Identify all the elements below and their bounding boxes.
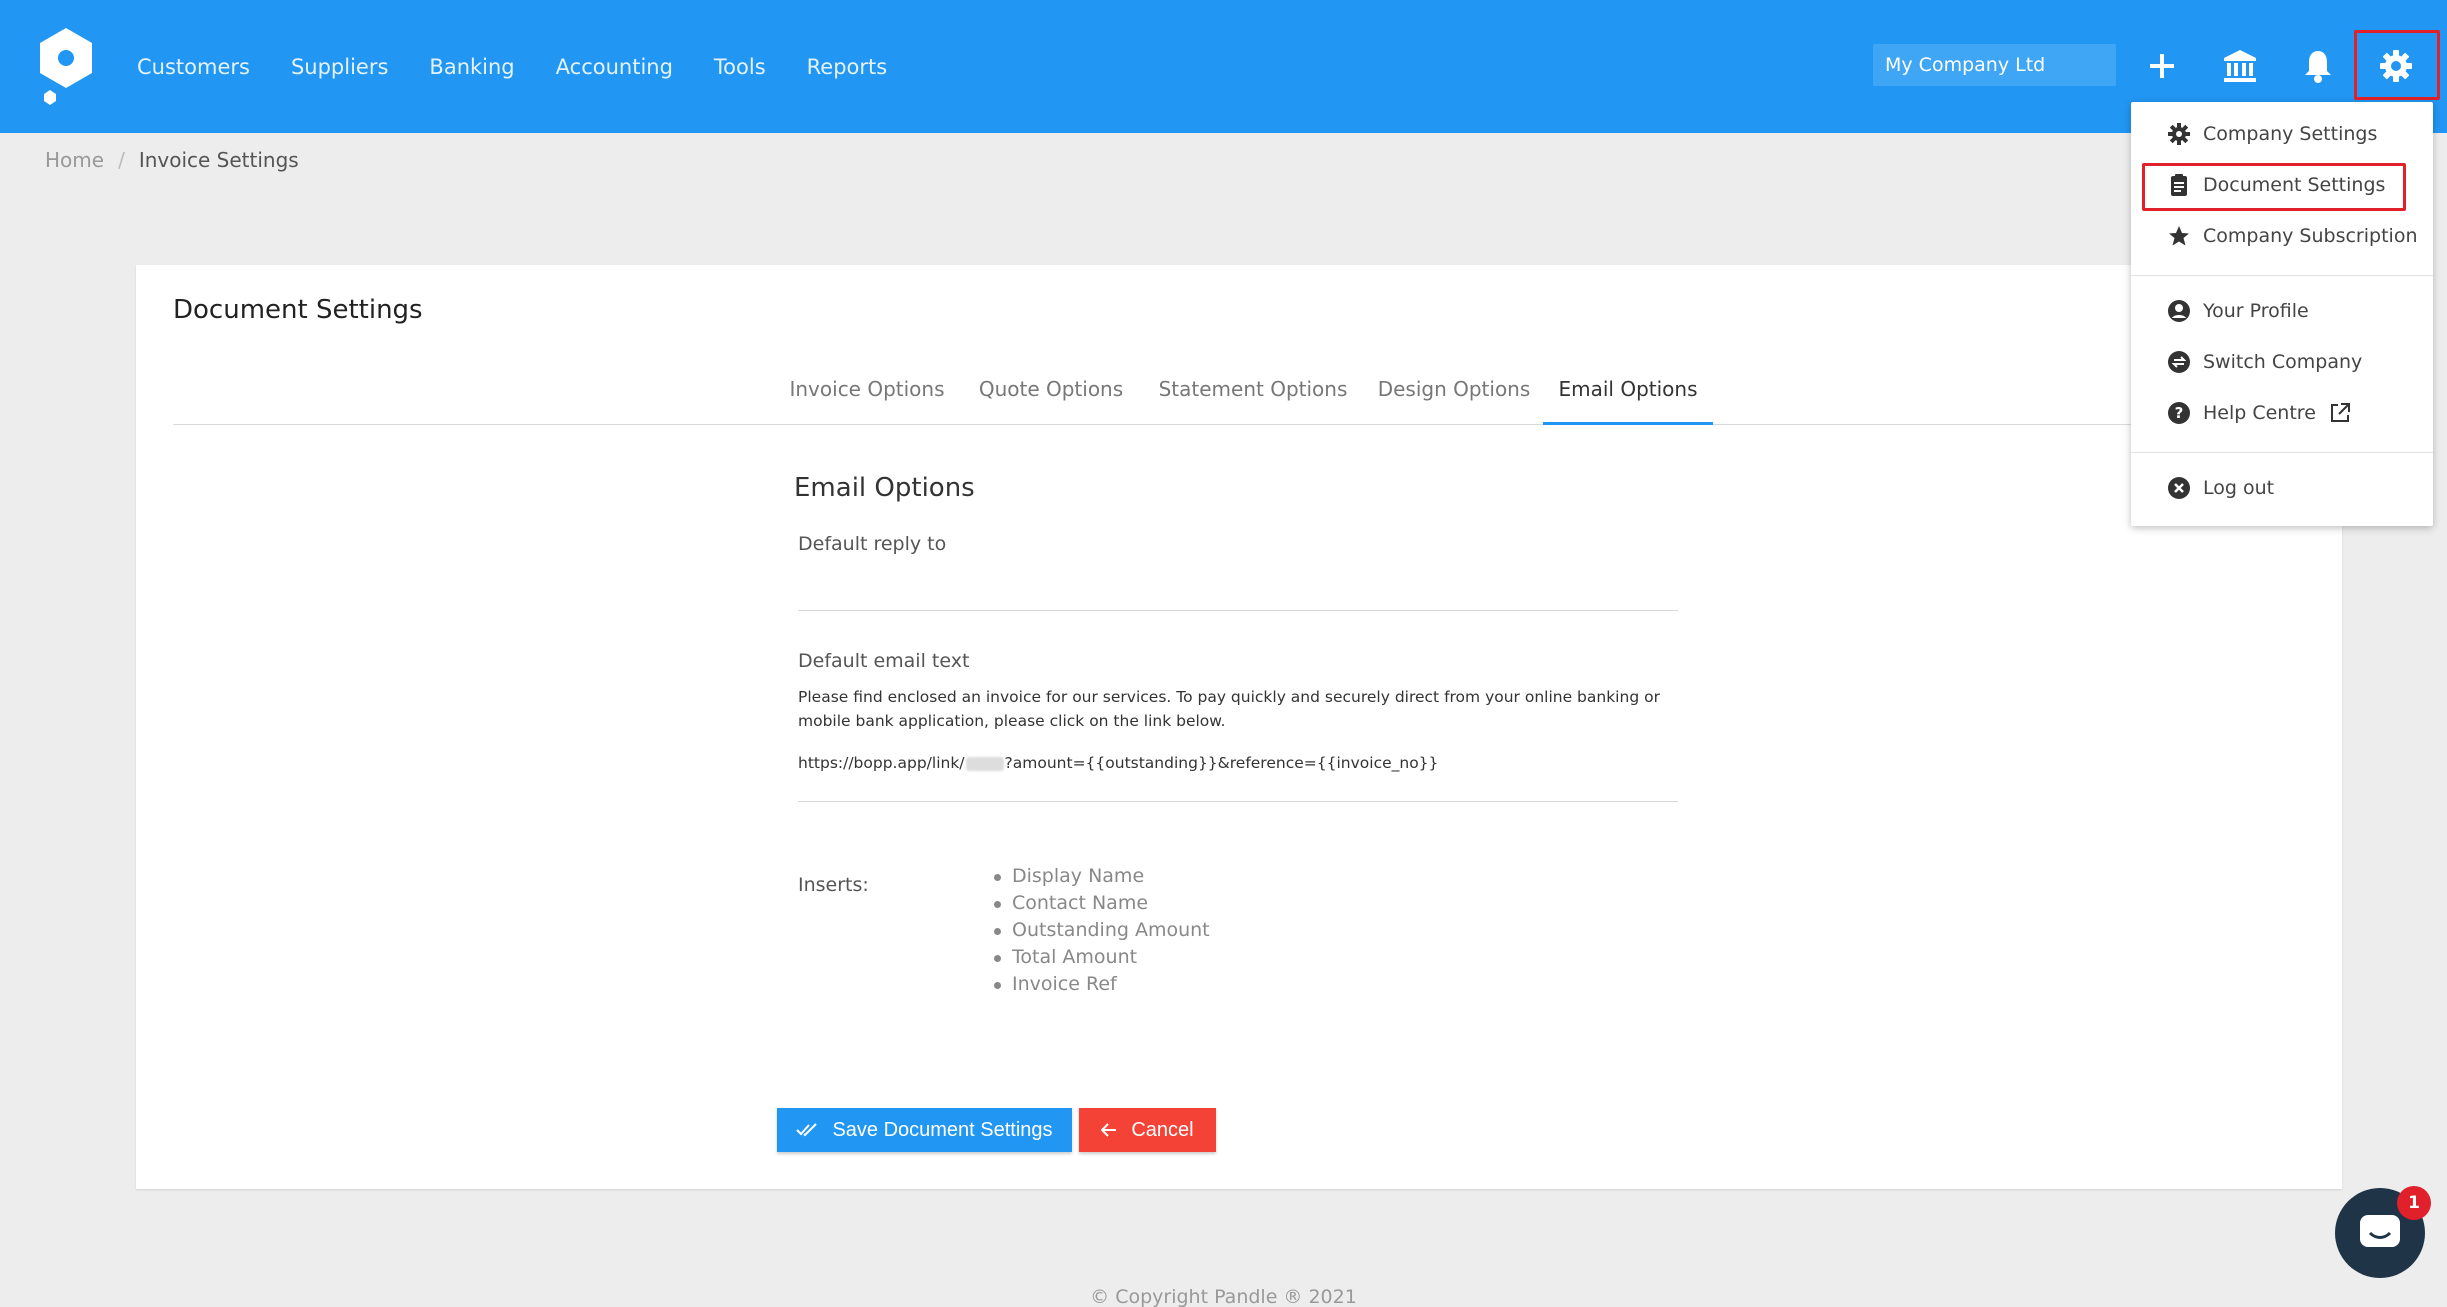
email-text-underline [798,801,1678,802]
settings-dropdown: Company Settings Document Settings Compa… [2131,102,2433,526]
star-icon [2169,226,2189,246]
close-circle-icon [2168,477,2190,499]
menu-label: Log out [2203,477,2275,499]
chat-badge: 1 [2397,1186,2431,1220]
nav-tools[interactable]: Tools [714,55,766,79]
external-link-icon [2330,403,2350,422]
gear-highlight-box [2354,30,2440,100]
menu-label: Company Subscription [2203,225,2418,247]
menu-label: Company Settings [2203,123,2378,145]
cancel-button-label: Cancel [1131,1118,1194,1141]
help-icon: ? [2168,402,2190,424]
nav-customers[interactable]: Customers [137,55,250,79]
settings-tabs: Invoice Options Quote Options Statement … [173,369,2333,425]
save-button-label: Save Document Settings [832,1118,1053,1141]
document-settings-card: Document Settings Invoice Options Quote … [136,265,2342,1189]
breadcrumb-separator: / [118,148,125,172]
account-circle-icon [2168,300,2190,322]
logo-icon[interactable] [38,28,94,106]
list-item[interactable]: Display Name [991,863,1210,890]
list-item[interactable]: Total Amount [991,944,1210,971]
menu-divider [2131,275,2433,276]
nav-banking[interactable]: Banking [429,55,514,79]
menu-log-out[interactable]: Log out [2167,476,2274,500]
chat-icon [2360,1215,2400,1247]
nav-reports[interactable]: Reports [807,55,888,79]
company-selector[interactable]: My Company Ltd [1873,44,2116,86]
footer-copyright: © Copyright Pandle ® 2021 [1090,1286,1357,1307]
breadcrumb-home[interactable]: Home [45,148,104,172]
section-title: Email Options [794,473,975,503]
reply-to-input[interactable] [798,565,1678,595]
tab-quote-options[interactable]: Quote Options [974,369,1128,425]
tab-design-options[interactable]: Design Options [1374,369,1534,425]
main-nav: Customers Suppliers Banking Accounting T… [137,0,928,133]
save-button[interactable]: Save Document Settings [777,1108,1072,1152]
nav-suppliers[interactable]: Suppliers [291,55,388,79]
plus-icon[interactable] [2140,44,2184,88]
menu-document-settings[interactable]: Document Settings [2167,173,2385,197]
reply-to-label: Default reply to [798,533,947,555]
list-item[interactable]: Contact Name [991,890,1210,917]
page-title: Document Settings [173,295,423,325]
svg-text:?: ? [2175,404,2184,422]
menu-label: Switch Company [2203,351,2363,373]
reply-to-underline [798,610,1678,611]
email-link-suffix: ?amount={{outstanding}}&reference={{invo… [1004,754,1439,772]
arrow-left-icon [1101,1123,1117,1137]
inserts-label: Inserts: [798,874,869,896]
bank-icon[interactable] [2218,44,2262,88]
cancel-button[interactable]: Cancel [1079,1108,1216,1152]
tab-invoice-options[interactable]: Invoice Options [785,369,949,425]
list-item[interactable]: Invoice Ref [991,971,1210,998]
redacted-id [965,756,1004,771]
menu-company-subscription[interactable]: Company Subscription [2167,224,2417,248]
email-link-prefix: https://bopp.app/link/ [798,754,965,772]
breadcrumb: Home / Invoice Settings [45,148,299,172]
nav-accounting[interactable]: Accounting [556,55,673,79]
email-text-label: Default email text [798,650,970,672]
tab-statement-options[interactable]: Statement Options [1153,369,1353,425]
list-item[interactable]: Outstanding Amount [991,917,1210,944]
top-navbar: Customers Suppliers Banking Accounting T… [0,0,2447,133]
menu-divider [2131,452,2433,453]
clipboard-icon [2171,174,2187,196]
bell-icon[interactable] [2296,44,2340,88]
tab-email-options[interactable]: Email Options [1543,369,1713,425]
email-text-input[interactable]: Please find enclosed an invoice for our … [798,685,1678,733]
menu-help-centre[interactable]: ? Help Centre [2167,401,2352,425]
menu-switch-company[interactable]: Switch Company [2167,350,2362,374]
menu-company-settings[interactable]: Company Settings [2167,122,2377,146]
menu-your-profile[interactable]: Your Profile [2167,299,2309,323]
email-link-text[interactable]: https://bopp.app/link/ ?amount={{outstand… [798,754,1438,772]
menu-label: Help Centre [2203,402,2316,424]
gear-icon [2168,123,2190,145]
check-icon [796,1123,818,1137]
inserts-list: Display Name Contact Name Outstanding Am… [991,863,1210,998]
breadcrumb-current: Invoice Settings [138,148,299,172]
menu-label: Document Settings [2203,174,2386,196]
menu-label: Your Profile [2203,300,2309,322]
switch-icon [2168,351,2190,373]
